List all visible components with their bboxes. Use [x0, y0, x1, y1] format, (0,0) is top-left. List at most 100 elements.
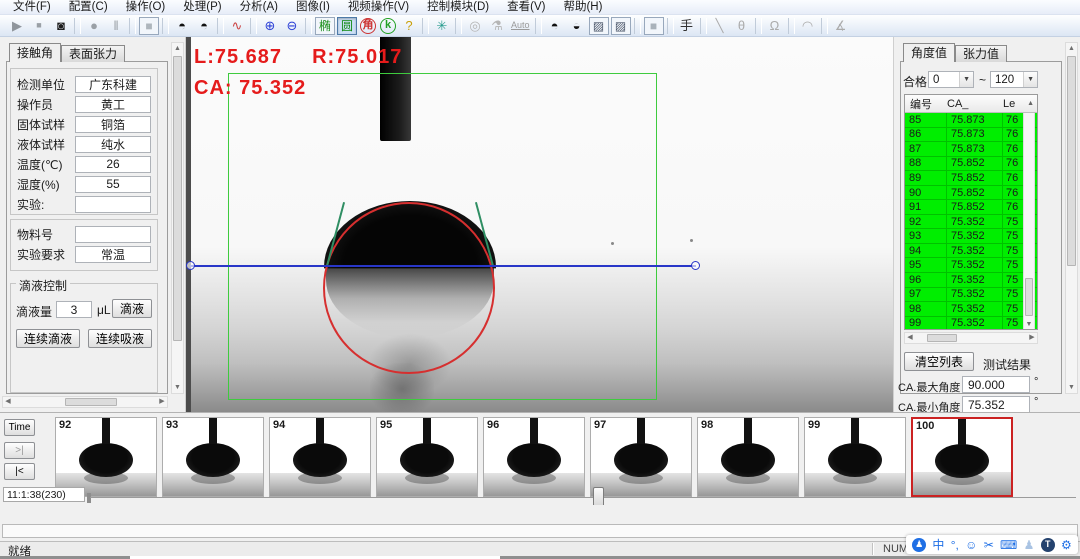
left-panel-hscrollbar[interactable]: ◀ ▶ [2, 396, 168, 408]
drop-profile-icon[interactable]: ◓ [171, 16, 193, 35]
drop-button[interactable]: 滴液 [112, 299, 152, 318]
pause-icon[interactable]: ‖ [105, 16, 127, 35]
time-mode-button[interactable]: Time [4, 419, 35, 436]
dome-crossed-icon[interactable]: ◒ [566, 16, 588, 35]
analysis-menu[interactable]: 分析(A) [231, 0, 287, 15]
person-icon[interactable]: ♟ [1024, 539, 1035, 551]
ca-max-input[interactable]: 90.000 [962, 376, 1030, 393]
ellipse-fit-icon[interactable]: 椭 [315, 17, 335, 35]
dome-icon[interactable]: ◓ [544, 16, 566, 35]
process-menu[interactable]: 处理(P) [174, 0, 230, 15]
keyboard-icon[interactable]: ⌨ [1000, 539, 1017, 551]
continuous-drop-button[interactable]: 连续滴液 [16, 329, 80, 348]
ime-logo-icon[interactable]: ♟ [912, 538, 926, 552]
table-row[interactable]: 86 75.873 76 [905, 128, 1037, 143]
continuous-suck-button[interactable]: 连续吸液 [88, 329, 152, 348]
settings-gear-icon[interactable]: ⚙ [1061, 539, 1072, 551]
clear-list-button[interactable]: 清空列表 [904, 352, 974, 371]
chevron-down-icon[interactable]: ▼ [959, 72, 973, 87]
frame-thumbnail[interactable]: 93 [162, 417, 264, 497]
table-row[interactable]: 96 75.352 75 [905, 273, 1037, 288]
first-frame-button[interactable]: |< [4, 463, 35, 480]
frame-thumbnail[interactable]: 95 [376, 417, 478, 497]
table-row[interactable]: 93 75.352 75 [905, 229, 1037, 244]
baseline-right-handle[interactable] [691, 261, 700, 270]
hand-icon[interactable]: 手 [676, 16, 698, 35]
liquid-sample-field[interactable]: 纯水 [75, 136, 151, 153]
scissors-icon[interactable]: ✂ [984, 539, 994, 551]
drop-profile2-icon[interactable]: ◓ [193, 16, 215, 35]
help-icon[interactable]: ? [398, 16, 420, 35]
next-frame-button[interactable]: >| [4, 442, 35, 459]
capture-frame-icon[interactable]: ■ [139, 17, 159, 35]
auto-icon[interactable]: Auto [508, 16, 533, 35]
play-icon[interactable]: ▶ [6, 16, 28, 35]
view-menu[interactable]: 查看(V) [498, 0, 554, 15]
pass-range-from-select[interactable]: 0▼ [928, 71, 974, 88]
left-panel-vscrollbar[interactable]: ▲ ▼ [171, 42, 184, 394]
curve-icon[interactable]: ∿ [226, 16, 248, 35]
emoji-icon[interactable]: ☺ [965, 539, 977, 551]
snowflake-icon[interactable]: ✳ [431, 16, 453, 35]
ring-icon[interactable]: ◎ [464, 16, 486, 35]
skin-icon[interactable]: T [1041, 538, 1055, 552]
operator-field[interactable]: 黄工 [75, 96, 151, 113]
table-hscrollbar[interactable]: ◀ ▶ [904, 332, 1038, 344]
table-row[interactable]: 99 75.352 75 [905, 317, 1037, 330]
control-module-menu[interactable]: 控制模块(D) [418, 0, 498, 15]
camera-icon[interactable]: ◙ [50, 16, 72, 35]
stop-icon[interactable]: ■ [28, 16, 50, 35]
tab-angle-values[interactable]: 角度值 [903, 43, 955, 62]
table-row[interactable]: 90 75.852 76 [905, 186, 1037, 201]
table-row[interactable]: 85 75.873 76 [905, 113, 1037, 128]
flask-icon[interactable]: ⚗ [486, 16, 508, 35]
theta-tool-icon[interactable]: θ [731, 16, 753, 35]
record-icon[interactable]: ● [83, 16, 105, 35]
timeline-track[interactable] [90, 497, 1076, 498]
baseline[interactable] [190, 265, 696, 267]
col-header-ca[interactable]: CA_ [947, 98, 1003, 110]
right-panel-vscrollbar[interactable]: ▲ ▼ [1065, 42, 1078, 394]
temperature-field[interactable]: 26 [75, 156, 151, 173]
gray-square-icon[interactable]: ■ [644, 17, 664, 35]
table-row[interactable]: 94 75.352 75 [905, 244, 1037, 259]
angle-fit-icon[interactable]: 角 [360, 18, 376, 34]
frame-thumbnail[interactable]: 96 [483, 417, 585, 497]
video-ops-menu[interactable]: 视频操作(V) [339, 0, 418, 15]
table-row[interactable]: 97 75.352 75 [905, 288, 1037, 303]
material-no-field[interactable] [75, 226, 151, 243]
report-chart-icon[interactable]: ▨ [589, 17, 609, 35]
baseline-left-handle[interactable] [186, 261, 195, 270]
frame-thumbnail[interactable]: 100 [911, 417, 1013, 497]
file-menu[interactable]: 文件(F) [4, 0, 60, 15]
drop-outline-icon[interactable]: Ω [764, 16, 786, 35]
angle-arc-icon[interactable]: ∡ [830, 16, 852, 35]
image-menu[interactable]: 图像(I) [287, 0, 339, 15]
arc-tool-icon[interactable]: ◠ [797, 16, 819, 35]
help-menu[interactable]: 帮助(H) [554, 0, 611, 15]
experiment-field[interactable] [75, 196, 151, 213]
table-vscrollbar[interactable]: ▼ [1023, 113, 1035, 330]
drop-volume-input[interactable]: 3 [56, 301, 92, 318]
frame-thumbnail[interactable]: 97 [590, 417, 692, 497]
frame-thumbnail[interactable]: 99 [804, 417, 906, 497]
frame-thumbnail[interactable]: 92 [55, 417, 157, 497]
table-row[interactable]: 87 75.873 76 [905, 142, 1037, 157]
table-row[interactable]: 98 75.352 75 [905, 302, 1037, 317]
experiment-req-field[interactable]: 常温 [75, 246, 151, 263]
roi-rectangle[interactable] [228, 73, 657, 400]
frame-thumbnail[interactable]: 94 [269, 417, 371, 497]
k-tool-icon[interactable]: k [380, 18, 396, 34]
line-tool-icon[interactable]: ╲ [709, 16, 731, 35]
table-row[interactable]: 91 75.852 76 [905, 200, 1037, 215]
pass-range-to-select[interactable]: 120▼ [990, 71, 1038, 88]
tab-contact-angle[interactable]: 接触角 [9, 43, 61, 62]
detect-unit-field[interactable]: 广东科建 [75, 76, 151, 93]
frame-thumbnail[interactable]: 98 [697, 417, 799, 497]
humidity-field[interactable]: 55 [75, 176, 151, 193]
tab-surface-tension[interactable]: 表面张力 [61, 45, 125, 62]
table-row[interactable]: 95 75.352 75 [905, 258, 1037, 273]
table-row[interactable]: 92 75.352 75 [905, 215, 1037, 230]
chevron-down-icon[interactable]: ▼ [1023, 72, 1037, 87]
solid-sample-field[interactable]: 铜箔 [75, 116, 151, 133]
